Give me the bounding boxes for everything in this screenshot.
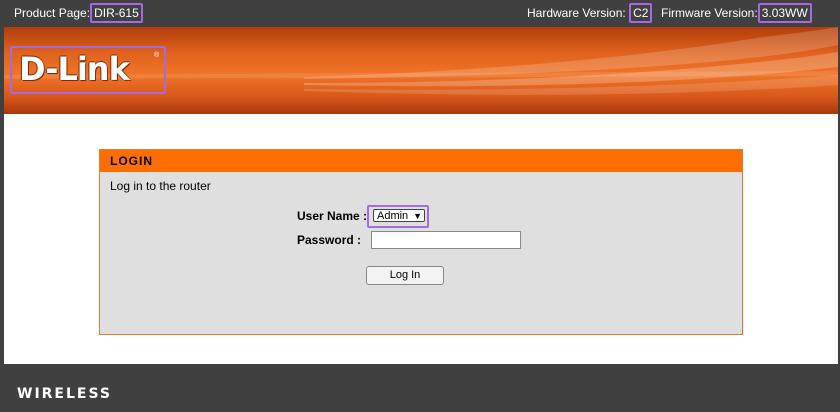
password-input[interactable]	[371, 231, 521, 249]
username-selected-value: Admin	[377, 210, 409, 222]
product-info: Product Page: DIR-615	[14, 3, 143, 23]
footer-bar: WIRELESS	[4, 364, 838, 412]
username-select-highlight: Admin ▼	[367, 205, 429, 228]
registered-mark: ®	[154, 52, 160, 59]
firmware-info: Firmware Version: 3.03WW	[661, 3, 812, 23]
hardware-version-value: C2	[629, 3, 653, 23]
login-subtitle: Log in to the router	[110, 179, 211, 193]
header-banner: D-Link ®	[4, 27, 838, 114]
hardware-info: Hardware Version: C2	[527, 3, 653, 23]
firmware-label: Firmware Version:	[661, 6, 758, 20]
login-button[interactable]: Log In	[366, 266, 444, 285]
footer-wireless-text: WIRELESS	[17, 386, 113, 402]
firmware-version-value: 3.03WW	[757, 3, 812, 23]
product-label: Product Page:	[14, 6, 91, 20]
password-label: Password :	[297, 233, 362, 247]
hardware-label: Hardware Version:	[527, 6, 626, 20]
top-info-bar: Product Page: DIR-615 Hardware Version: C…	[4, 0, 838, 27]
username-label: User Name :	[297, 209, 368, 223]
chevron-down-icon: ▼	[413, 211, 422, 221]
login-panel: LOGIN Log in to the router User Name : A…	[99, 149, 743, 335]
dlink-logo: D-Link ®	[10, 46, 166, 94]
login-header: LOGIN	[100, 150, 742, 172]
username-select[interactable]: Admin ▼	[373, 209, 425, 222]
product-link[interactable]: DIR-615	[90, 3, 143, 23]
logo-text: D-Link	[19, 50, 130, 88]
